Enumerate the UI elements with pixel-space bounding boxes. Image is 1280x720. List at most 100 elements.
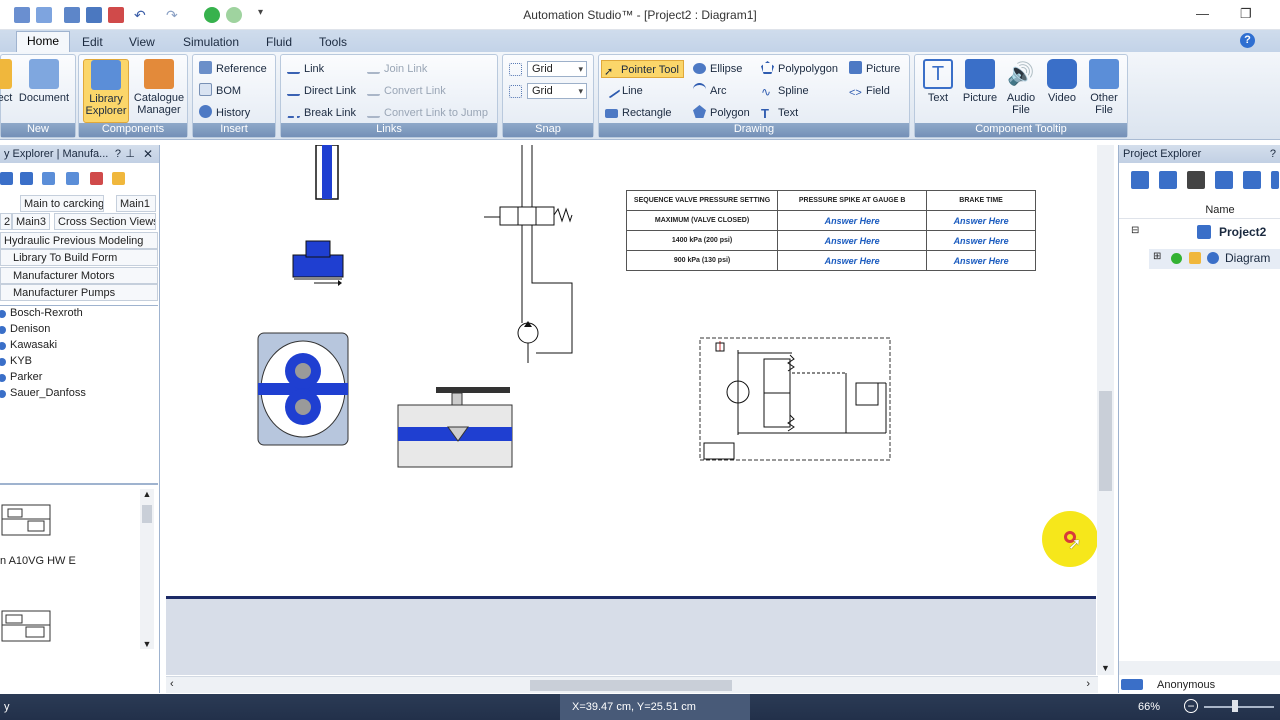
diagram-node[interactable]: Diagram xyxy=(1225,251,1270,265)
check-valve-component[interactable] xyxy=(292,240,344,286)
gear-pump-component[interactable] xyxy=(257,332,349,446)
tooltip-text-button[interactable]: T Text xyxy=(921,59,955,104)
directional-valve-schematic[interactable] xyxy=(484,145,573,363)
component-preview-2[interactable] xyxy=(0,605,56,645)
link-button[interactable]: Link xyxy=(287,60,324,78)
tab-simulation[interactable]: Simulation xyxy=(173,33,249,51)
collapse-project-icon[interactable]: ⊟ xyxy=(1131,225,1139,236)
preview-scroll-thumb[interactable] xyxy=(142,505,152,523)
project-node[interactable]: Project2 xyxy=(1219,225,1266,239)
scroll-down-arrow-icon[interactable]: ▼ xyxy=(1097,663,1114,673)
help-icon[interactable]: ? xyxy=(1240,33,1255,48)
zoom-slider-handle[interactable] xyxy=(1232,700,1238,712)
canvas-horizontal-scrollbar[interactable]: ‹ › xyxy=(166,676,1098,693)
project-tool-icon-5[interactable] xyxy=(1243,171,1261,189)
zoom-out-icon[interactable]: − xyxy=(1184,699,1198,713)
direct-link-button[interactable]: Direct Link xyxy=(287,82,356,100)
panel-pin-icon[interactable]: ⊥ xyxy=(125,145,135,163)
manufacturer-denison[interactable]: Denison xyxy=(0,323,50,335)
scroll-down-icon[interactable]: ▼ xyxy=(140,639,154,649)
scroll-up-icon[interactable]: ▲ xyxy=(140,489,154,499)
tooltip-other-file-button[interactable]: Other File xyxy=(1083,59,1125,116)
new-document-button[interactable]: Document xyxy=(15,59,73,104)
project-tool-icon-4[interactable] xyxy=(1215,171,1233,189)
tooltip-video-button[interactable]: Video xyxy=(1043,59,1081,104)
arc-button[interactable]: Arc xyxy=(693,82,727,100)
project-hscrollbar[interactable] xyxy=(1119,661,1280,675)
polygon-button[interactable]: Polygon xyxy=(693,104,750,122)
library-icon-1[interactable] xyxy=(0,172,13,185)
minimize-icon[interactable]: — xyxy=(1196,6,1209,21)
project-tool-icon-6[interactable] xyxy=(1271,171,1279,189)
library-icon-2[interactable] xyxy=(20,172,33,185)
rectangle-button[interactable]: Rectangle xyxy=(605,104,672,122)
preview-scrollbar[interactable]: ▲ ▼ xyxy=(140,489,154,649)
tab-fluid[interactable]: Fluid xyxy=(256,33,302,51)
field-button[interactable]: <> Field xyxy=(849,82,890,100)
tab-main1[interactable]: Main1 xyxy=(116,195,156,212)
library-item-library-to-build-form[interactable]: Library To Build Form xyxy=(0,249,158,266)
horizontal-scroll-thumb[interactable] xyxy=(530,680,732,691)
manufacturer-parker[interactable]: Parker xyxy=(0,371,42,383)
polypolygon-button[interactable]: Polypolygon xyxy=(761,60,838,78)
catalogue-manager-button[interactable]: Catalogue Manager xyxy=(131,59,187,116)
break-link-button[interactable]: Break Link xyxy=(287,104,356,122)
hydraulic-circuit-schematic[interactable] xyxy=(699,337,891,461)
lock-icon[interactable] xyxy=(112,172,125,185)
spline-button[interactable]: ∿ Spline xyxy=(761,82,809,100)
tab-main-to-carcking[interactable]: Main to carcking xyxy=(20,195,104,212)
cylinder-component[interactable] xyxy=(315,145,339,200)
tab-2[interactable]: 2 xyxy=(0,213,12,230)
grid-select-2[interactable]: Grid xyxy=(527,83,587,99)
project-tool-icon-3[interactable] xyxy=(1187,171,1205,189)
canvas-vertical-scrollbar[interactable]: ▼ xyxy=(1097,145,1114,675)
new-object-button[interactable]: ect xyxy=(0,59,15,104)
scroll-left-arrow-icon[interactable]: ‹ xyxy=(170,678,174,690)
manufacturer-kawasaki[interactable]: Kawasaki xyxy=(0,339,57,351)
tab-home[interactable]: Home xyxy=(16,31,71,52)
panel-close-icon[interactable]: ✕ xyxy=(143,145,153,163)
zoom-slider[interactable] xyxy=(1204,706,1274,708)
answer-field[interactable]: Answer Here xyxy=(926,250,1036,271)
bom-button[interactable]: BOM xyxy=(199,82,241,100)
answer-field[interactable]: Answer Here xyxy=(926,230,1036,251)
expand-diagram-icon[interactable]: ⊞ xyxy=(1153,251,1161,262)
answer-field[interactable]: Answer Here xyxy=(777,210,928,231)
scroll-right-arrow-icon[interactable]: › xyxy=(1086,678,1090,690)
library-icon-3[interactable] xyxy=(42,172,55,185)
ellipse-button[interactable]: Ellipse xyxy=(693,60,742,78)
convert-link-button[interactable]: Convert Link xyxy=(367,82,446,100)
tab-main3[interactable]: Main3 xyxy=(12,213,50,230)
needle-valve-component[interactable] xyxy=(397,387,513,468)
answer-field[interactable]: Answer Here xyxy=(777,230,928,251)
manufacturer-bosch-rexroth[interactable]: Bosch-Rexroth xyxy=(0,307,83,319)
manufacturer-kyb[interactable]: KYB xyxy=(0,355,32,367)
convert-link-jump-button[interactable]: Convert Link to Jump xyxy=(367,104,488,122)
maximize-icon[interactable]: ❐ xyxy=(1240,6,1252,22)
picture-tool-button[interactable]: Picture xyxy=(849,60,900,78)
project-tool-icon-1[interactable] xyxy=(1131,171,1149,189)
line-button[interactable]: Line xyxy=(602,80,643,100)
tab-view[interactable]: View xyxy=(119,33,165,51)
tab-tools[interactable]: Tools xyxy=(309,33,357,51)
text-tool-button[interactable]: T Text xyxy=(761,104,798,122)
history-button[interactable]: History xyxy=(199,104,250,122)
vertical-scroll-thumb[interactable] xyxy=(1099,391,1112,491)
name-column-header[interactable]: Name xyxy=(1119,201,1280,219)
panel-help-icon[interactable]: ? xyxy=(115,145,121,163)
pointer-tool-button[interactable]: ➚ Pointer Tool xyxy=(601,60,684,78)
library-item-manufacturer-pumps[interactable]: Manufacturer Pumps xyxy=(0,284,158,301)
join-link-button[interactable]: Join Link xyxy=(367,60,427,78)
library-icon-5[interactable] xyxy=(90,172,103,185)
library-item-manufacturer-motors[interactable]: Manufacturer Motors xyxy=(0,267,158,284)
library-item-hydraulic-previous-modeling[interactable]: Hydraulic Previous Modeling xyxy=(0,232,158,249)
tooltip-audio-button[interactable]: 🔊 Audio File xyxy=(1003,59,1039,116)
panel-help-icon[interactable]: ? xyxy=(1270,145,1276,163)
library-explorer-button[interactable]: Library Explorer xyxy=(83,59,129,123)
library-icon-4[interactable] xyxy=(66,172,79,185)
component-preview-1[interactable] xyxy=(0,501,56,541)
tab-cross-section-views[interactable]: Cross Section Views xyxy=(54,213,156,230)
reference-button[interactable]: Reference xyxy=(199,60,267,78)
grid-select-1[interactable]: Grid xyxy=(527,61,587,77)
manufacturer-sauer-danfoss[interactable]: Sauer_Danfoss xyxy=(0,387,86,399)
